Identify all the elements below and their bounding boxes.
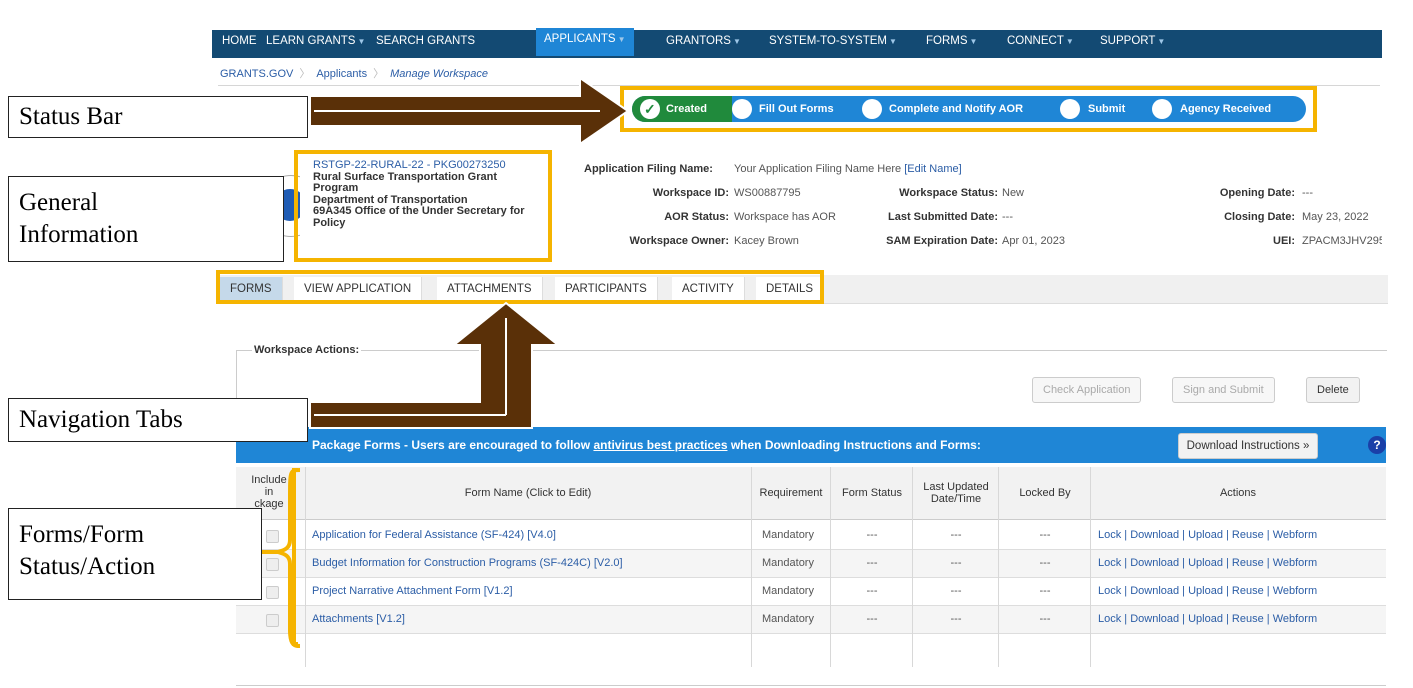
- callout-forms: Forms/Form Status/Action: [8, 508, 262, 600]
- callout-line: Forms/Form: [19, 521, 145, 548]
- callout-status-bar: Status Bar: [8, 96, 308, 138]
- callout-line: Information: [19, 221, 139, 248]
- tabs-arrow-icon: [309, 301, 561, 429]
- forms-brace-icon: [270, 468, 301, 648]
- callout-line: Status/Action: [19, 553, 156, 580]
- callout-line: General: [19, 189, 99, 216]
- callout-general-information: General Information: [8, 176, 284, 262]
- annotated-screenshot: HOME LEARN GRANTS ▼ SEARCH GRANTS APPLICA…: [0, 0, 1413, 688]
- callout-navigation-tabs: Navigation Tabs: [8, 398, 308, 442]
